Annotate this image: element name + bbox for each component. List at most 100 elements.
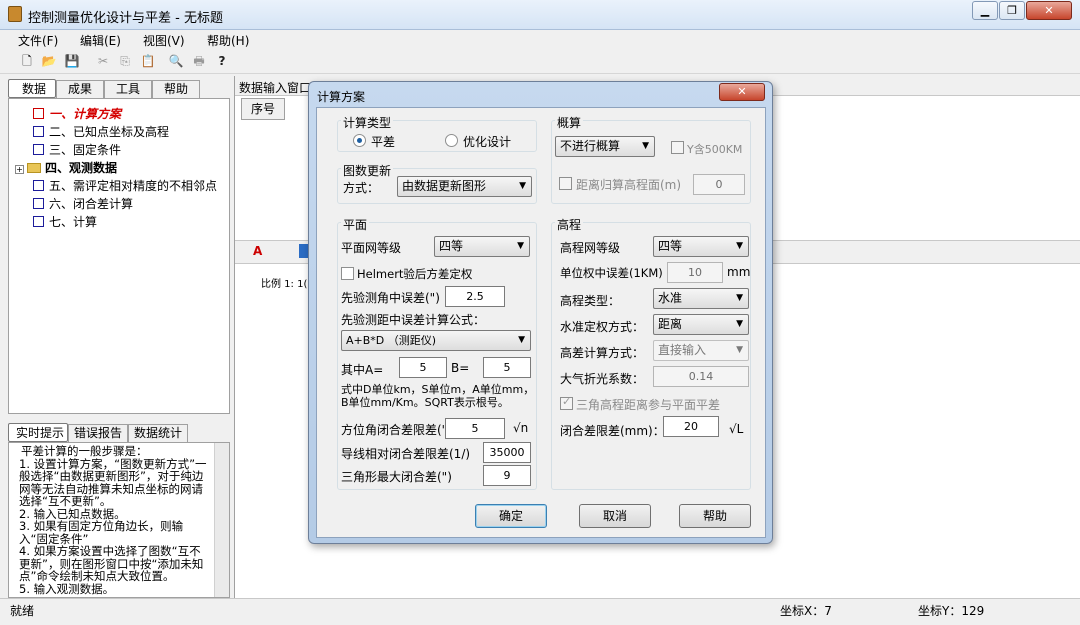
menu-file[interactable]: 文件(F) [18,32,58,49]
chevron-down-icon: ▼ [642,141,649,151]
new-file-icon[interactable]: 🗋 [18,53,36,70]
calc-scheme-dialog: 计算方案 ✕ 计算类型 平差 优化设计 图数更新 方式： 由数据更新图形 ▼ 概算… [308,81,773,544]
height-grade-select[interactable]: 四等 ▼ [653,236,749,257]
tab-results[interactable]: 成果 [56,80,104,98]
tree-item-compute[interactable]: 七、计算 [33,213,97,230]
level-weight-select[interactable]: 距离 ▼ [653,314,749,335]
cut-icon[interactable]: ✂ [94,53,112,70]
angle-err-input[interactable]: 2.5 [445,286,505,307]
closure-limit-label: 闭合差限差(mm)： [560,424,665,438]
tree-item-calc-scheme[interactable]: 一、计算方案 [33,105,121,122]
radio-optimize[interactable] [445,134,458,147]
angle-err-label: 先验测角中误差(") [341,291,440,305]
help-icon[interactable]: ? [213,53,231,70]
summary-value: 不进行概算 [560,139,621,153]
tree-item-observations[interactable]: + 四、观测数据 [15,159,117,176]
tree-item-closure[interactable]: 六、闭合差计算 [33,195,133,212]
azimuth-closure-label: 方位角闭合差限差(") [341,423,452,437]
menu-edit[interactable]: 编辑(E) [80,32,121,49]
tree-item-fixed-conditions[interactable]: 三、固定条件 [33,141,121,158]
window-title: 控制测量优化设计与平差 - 无标题 [28,11,223,26]
tab-tools[interactable]: 工具 [104,80,152,98]
height-type-value: 水准 [658,291,683,305]
tab-error-report[interactable]: 错误报告 [68,424,128,442]
menu-help[interactable]: 帮助(H) [207,32,249,49]
checkbox-icon [33,180,44,191]
b-input[interactable]: 5 [483,357,531,378]
radio-adjustment[interactable] [353,134,366,147]
height-type-select[interactable]: 水准 ▼ [653,288,749,309]
checkbox-icon [33,216,44,227]
trig-height-label: 三角高程距离参与平面平差 [576,398,721,412]
tree-item-label: 五、需评定相对精度的不相邻点 [49,179,218,193]
scale-label: 比例 1: 1( [261,279,308,290]
radio-optimize-label: 优化设计 [463,135,512,149]
tab-realtime-hint[interactable]: 实时提示 [8,423,68,442]
print-icon[interactable]: 🖶 [190,53,208,70]
minimize-button[interactable]: ▁ [972,1,998,20]
data-tree: 一、计算方案 二、已知点坐标及高程 三、固定条件 + 四、观测数据 五、需评定相对… [8,98,230,414]
plane-grade-label: 平面网等级 [341,241,402,255]
dist-formula-value: A+B*D （测距仪) [346,334,437,347]
level-weight-value: 距离 [658,317,683,331]
dist-reduce-input[interactable]: 0 [693,174,745,195]
tab-data-stats[interactable]: 数据统计 [128,424,188,442]
app-icon [8,6,22,22]
formula-note: 式中D单位km，S单位m，A单位mm，B单位mm/Km。SQRT表示根号。 [341,383,535,409]
dist-reduce-checkbox[interactable] [559,177,572,190]
plane-grade-select[interactable]: 四等 ▼ [434,236,530,257]
expand-icon[interactable]: + [15,165,24,174]
trig-height-checkbox[interactable] [560,395,573,410]
sqrt-l-label: √L [729,422,744,436]
checkbox-icon [33,108,44,119]
tab-help[interactable]: 帮助 [152,80,200,98]
close-button[interactable]: ✕ [1026,1,1072,20]
triangle-closure-input[interactable]: 9 [483,465,531,486]
column-header-label: 序号 [250,102,275,116]
a-input[interactable]: 5 [399,357,447,378]
toolbar: 🗋 📂 💾 ✂ ⎘ 📋 🔍 🖶 ? [0,50,1080,74]
open-folder-icon[interactable]: 📂 [40,53,58,70]
helmert-checkbox[interactable] [341,267,354,280]
unit-weight-err-input[interactable]: 10 [667,262,723,283]
help-button[interactable]: 帮助 [679,504,751,528]
copy-icon[interactable]: ⎘ [116,53,134,70]
hint-line: 1. 设置计算方案，“图数更新方式”一般选择“由数据更新图形”，对于纯边网等无法… [19,456,207,508]
azimuth-closure-input[interactable]: 5 [445,418,505,439]
graph-text-icon[interactable]: A [253,244,262,258]
height-grade-value: 四等 [658,239,683,253]
save-icon[interactable]: 💾 [63,53,81,70]
maximize-button[interactable]: ❐ [999,1,1025,20]
dialog-close-button[interactable]: ✕ [719,83,765,101]
hint-panel: 平差计算的一般步骤是： 1. 设置计算方案，“图数更新方式”一般选择“由数据更新… [8,442,230,598]
tab-data[interactable]: 数据 [8,79,56,98]
plane-label: 平面 [341,216,370,233]
traverse-closure-input[interactable]: 35000 [483,442,531,463]
summary-select[interactable]: 不进行概算 ▼ [555,136,655,157]
paste-icon[interactable]: 📋 [139,53,157,70]
checkbox-icon [33,144,44,155]
chevron-down-icon: ▼ [517,241,524,251]
ok-button[interactable]: 确定 [475,504,547,528]
menu-view[interactable]: 视图(V) [143,32,185,49]
y500-checkbox[interactable] [671,141,684,154]
print-preview-icon[interactable]: 🔍 [167,53,185,70]
column-header-index[interactable]: 序号 [241,98,285,120]
hint-scrollbar[interactable] [214,443,229,597]
cancel-button[interactable]: 取消 [579,504,651,528]
tree-item-label: 三、固定条件 [49,143,122,157]
update-mode-select[interactable]: 由数据更新图形 ▼ [397,176,532,197]
dist-formula-select[interactable]: A+B*D （测距仪) ▼ [341,330,531,351]
triangle-closure-label: 三角形最大闭合差(") [341,470,452,484]
tree-item-relative-precision[interactable]: 五、需评定相对精度的不相邻点 [33,177,217,194]
tree-item-label: 一、计算方案 [49,107,122,121]
height-diff-select[interactable]: 直接输入 ▼ [653,340,749,361]
tree-item-known-points[interactable]: 二、已知点坐标及高程 [33,123,169,140]
dialog-title: 计算方案 [317,90,366,104]
unit-weight-err-label: 单位权中误差(1KM) [560,266,663,280]
checkbox-icon [33,198,44,209]
helmert-label: Helmert验后方差定权 [357,267,473,281]
refraction-input[interactable]: 0.14 [653,366,749,387]
update-mode-value: 由数据更新图形 [402,179,487,193]
closure-limit-input[interactable]: 20 [663,416,719,437]
